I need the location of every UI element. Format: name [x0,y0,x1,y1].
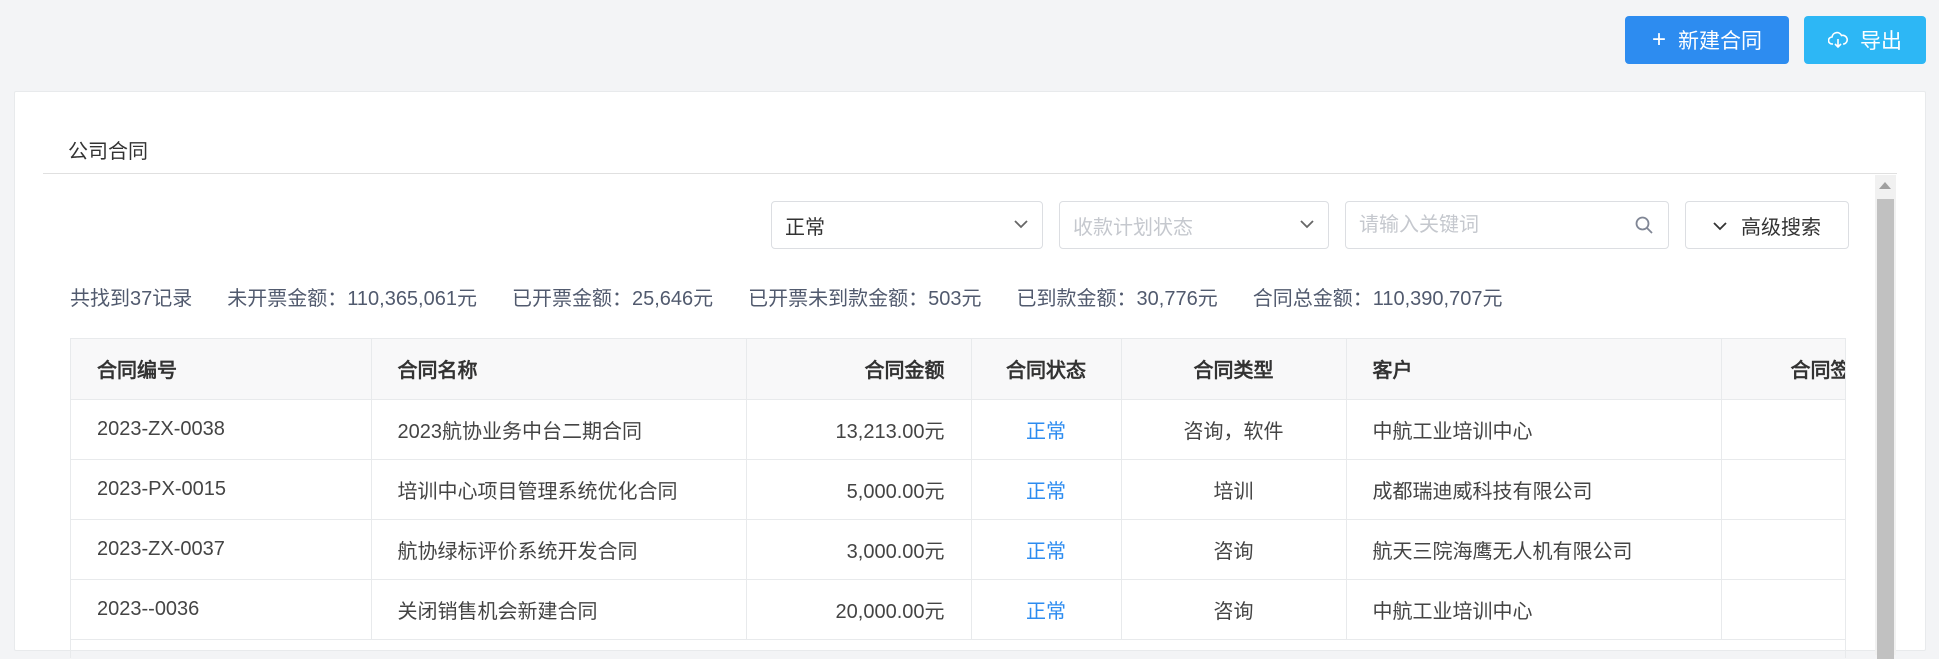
contract-status-select[interactable]: 正常 [771,201,1043,249]
advanced-search-button[interactable]: 高级搜索 [1685,201,1849,249]
cell-amount: 5,000.00元 [746,459,972,520]
top-toolbar: + 新建合同 导出 [1625,16,1926,64]
cell-customer: 航天三院海鹰无人机有限公司 [1346,519,1722,580]
cell-status[interactable]: 正常 [971,579,1122,640]
contracts-panel: 公司合同 正常 收款计划状态 高级搜索 [14,91,1926,659]
summary-bar: 共找到37记录 未开票金额：110,365,061元 已开票金额：25,646元… [70,282,1502,311]
invoiced-amount: 已开票金额：25,646元 [512,288,714,310]
column-header-status[interactable]: 合同状态 [971,339,1122,400]
cell-status[interactable]: 正常 [971,459,1122,520]
payment-plan-status-placeholder: 收款计划状态 [1073,216,1193,239]
cloud-download-icon [1828,31,1848,49]
cell-contract-no: 2023-ZX-0037 [71,519,372,580]
cell-sign-date: 2023-0 [1721,519,1845,580]
table-row[interactable]: 2023-ZX-0038 2023航协业务中台二期合同 13,213.00元 正… [71,399,1845,460]
cell-sign-date: 2023-0 [1721,459,1845,520]
cell-contract-name: 关闭销售机会新建合同 [371,579,747,640]
cell-contract-no: 2023--0036 [71,579,372,640]
table-row[interactable]: 2023-ZX-0037 航协绿标评价系统开发合同 3,000.00元 正常 咨… [71,519,1845,580]
divider [43,173,1897,174]
cell-type: 咨询 [1121,579,1347,640]
keyword-input[interactable] [1359,213,1619,237]
column-header-sign-date[interactable]: 合同签订日期 [1721,339,1845,400]
chevron-down-icon [1014,216,1028,234]
cell-amount: 13,213.00元 [746,399,972,460]
total-contract-amount: 合同总金额：110,390,707元 [1252,288,1503,310]
panel-title: 公司合同 [68,141,148,163]
cell-type: 咨询 [1121,519,1347,580]
search-icon[interactable] [1634,215,1654,235]
contracts-table: 合同编号 合同名称 合同金额 合同状态 合同类型 客户 合同签订日期 2023-… [70,338,1846,658]
plus-icon: + [1651,26,1666,53]
cell-customer: 中航工业培训中心 [1346,579,1722,640]
vertical-scrollbar[interactable] [1875,175,1896,659]
scrollbar-thumb[interactable] [1877,199,1894,659]
new-contract-button[interactable]: + 新建合同 [1625,16,1789,64]
chevron-down-icon [1713,214,1727,237]
cell-status[interactable]: 正常 [971,519,1122,580]
table-row[interactable]: 2023-PX-0015 培训中心项目管理系统优化合同 5,000.00元 正常… [71,459,1845,520]
cell-type: 培训 [1121,459,1347,520]
column-header-type[interactable]: 合同类型 [1121,339,1347,400]
column-header-customer[interactable]: 客户 [1346,339,1722,400]
chevron-down-icon [1300,216,1314,234]
cell-contract-name: 培训中心项目管理系统优化合同 [371,459,747,520]
uninvoiced-amount: 未开票金额：110,365,061元 [227,288,477,310]
cell-customer: 成都瑞迪威科技有限公司 [1346,459,1722,520]
new-contract-label: 新建合同 [1678,30,1762,53]
cell-type: 咨询，软件 [1121,399,1347,460]
cell-amount: 3,000.00元 [746,519,972,580]
contract-status-value: 正常 [785,216,825,239]
cell-sign-date: 2023-0 [1721,399,1845,460]
cell-contract-name: 2023航协业务中台二期合同 [371,399,747,460]
cell-customer: 中航工业培训中心 [1346,399,1722,460]
cell-amount: 20,000.00元 [746,579,972,640]
cell-sign-date: 2023-0 [1721,579,1845,640]
cell-contract-name: 航协绿标评价系统开发合同 [371,519,747,580]
column-header-contract-name[interactable]: 合同名称 [371,339,747,400]
record-count: 共找到37记录 [70,288,193,310]
received-amount: 已到款金额：30,776元 [1016,288,1218,310]
cell-status[interactable]: 正常 [971,399,1122,460]
cell-contract-no: 2023-ZX-0038 [71,399,372,460]
filter-bar: 正常 收款计划状态 高级搜索 [771,201,1849,249]
scroll-up-arrow-icon[interactable] [1879,182,1891,189]
invoiced-unpaid-amount: 已开票未到款金额：503元 [748,288,982,310]
keyword-search [1345,201,1669,249]
advanced-search-label: 高级搜索 [1741,216,1821,239]
column-header-contract-no[interactable]: 合同编号 [71,339,372,400]
column-header-amount[interactable]: 合同金额 [746,339,972,400]
table-header-row: 合同编号 合同名称 合同金额 合同状态 合同类型 客户 合同签订日期 [71,339,1845,400]
table-row[interactable]: 2023--0036 关闭销售机会新建合同 20,000.00元 正常 咨询 中… [71,579,1845,640]
export-button[interactable]: 导出 [1804,16,1926,64]
payment-plan-status-select[interactable]: 收款计划状态 [1059,201,1329,249]
export-label: 导出 [1860,30,1902,53]
cell-contract-no: 2023-PX-0015 [71,459,372,520]
